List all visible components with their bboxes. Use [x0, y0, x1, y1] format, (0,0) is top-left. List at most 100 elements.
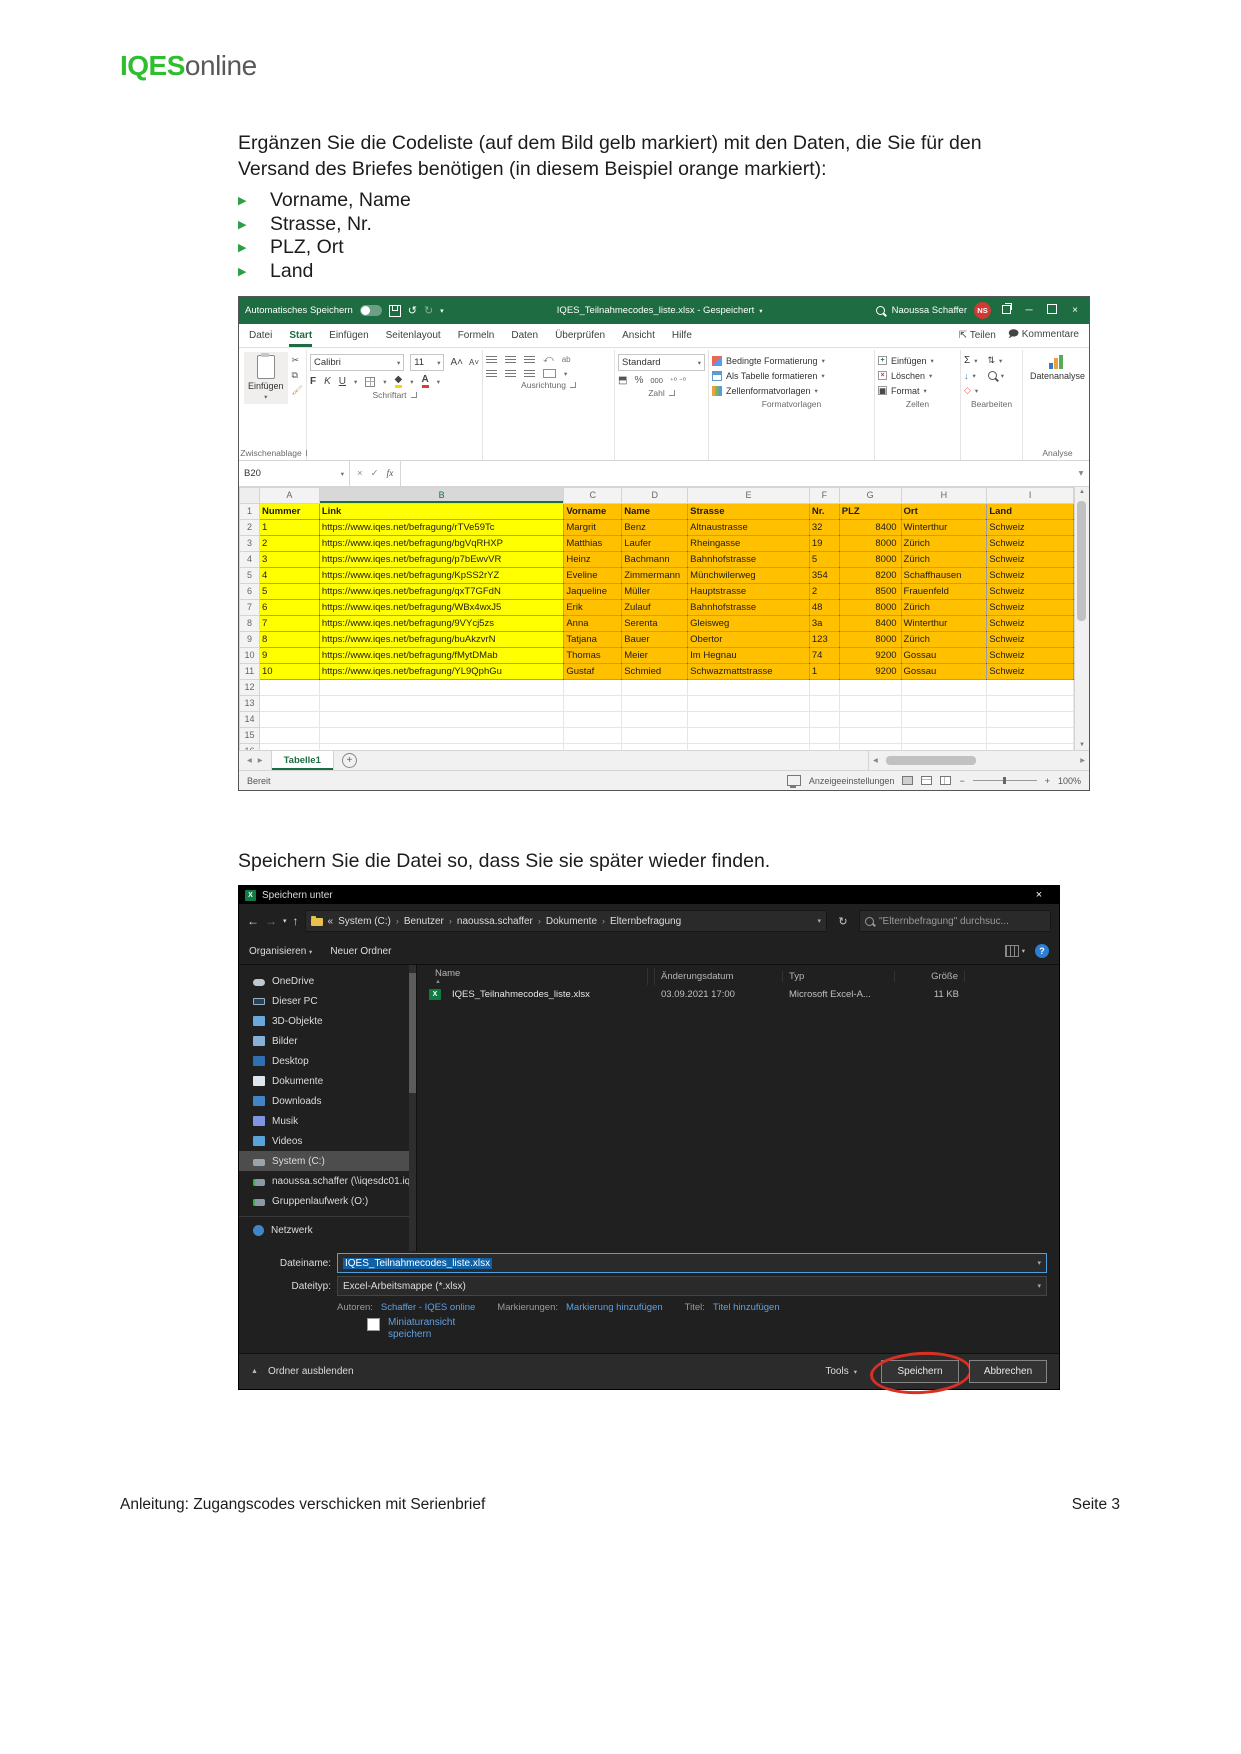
align-right-icon[interactable] [524, 369, 535, 378]
normal-view-icon[interactable] [902, 776, 914, 785]
cell-A5[interactable]: 4 [258, 567, 320, 584]
cell-F3[interactable]: 19 [808, 535, 840, 552]
column-header-B[interactable]: B [318, 487, 565, 504]
cell-H13[interactable] [900, 695, 988, 712]
cell-A7[interactable]: 6 [258, 599, 320, 616]
cell-I4[interactable]: Schweiz [986, 551, 1074, 568]
row-header-10[interactable]: 10 [239, 647, 260, 664]
underline-icon[interactable]: U [339, 376, 346, 387]
cell-E11[interactable]: Schwazmattstrasse [687, 663, 810, 680]
sidebar-item-dokumente[interactable]: Dokumente [239, 1071, 416, 1091]
cell-E6[interactable]: Hauptstrasse [687, 583, 810, 600]
cell-I8[interactable]: Schweiz [986, 615, 1074, 632]
cell-F13[interactable] [808, 695, 840, 712]
cell-I14[interactable] [986, 711, 1074, 728]
cell-E13[interactable] [687, 695, 810, 712]
cell-G12[interactable] [838, 679, 902, 696]
forward-icon[interactable]: → [265, 914, 277, 928]
cell-H6[interactable]: Frauenfeld [900, 583, 988, 600]
cell-D3[interactable]: Laufer [621, 535, 689, 552]
breadcrumb-segment[interactable]: Benutzer [404, 916, 444, 927]
ribbon-tab-start[interactable]: Start [289, 324, 312, 347]
cell-D10[interactable]: Meier [621, 647, 689, 664]
font-color-icon[interactable]: A [421, 375, 429, 388]
merge-center-icon[interactable] [543, 369, 556, 378]
row-header-1[interactable]: 1 [239, 503, 260, 520]
cell-A10[interactable]: 9 [258, 647, 320, 664]
cell-C6[interactable]: Jaqueline [563, 583, 623, 600]
cell-E9[interactable]: Obertor [687, 631, 810, 648]
zoom-slider[interactable] [972, 777, 1037, 784]
cell-styles-button[interactable]: Zellenformatvorlagen ▾ [712, 384, 871, 397]
format-painter-icon[interactable]: 🖌 [292, 385, 303, 396]
autosum-button[interactable]: Σ ▾ ⇅ ▾ [964, 354, 1019, 367]
comma-style-icon[interactable]: 000 [650, 376, 663, 385]
cell-A15[interactable] [258, 727, 320, 744]
insert-cells-button[interactable]: + Einfügen ▾ [878, 354, 957, 367]
italic-icon[interactable]: K [324, 376, 331, 387]
column-header-size[interactable]: Größe [895, 970, 965, 982]
display-settings-icon[interactable] [786, 775, 801, 788]
sidebar-item-dieser-pc[interactable]: Dieser PC [239, 991, 416, 1011]
cell-H2[interactable]: Winterthur [900, 519, 988, 536]
search-icon[interactable] [875, 306, 885, 315]
formula-expand-icon[interactable]: ▾ [1073, 461, 1089, 486]
row-header-9[interactable]: 9 [239, 631, 260, 648]
column-header-C[interactable]: C [563, 487, 623, 504]
cell-H5[interactable]: Schaffhausen [900, 567, 988, 584]
cell-E2[interactable]: Altnaustrasse [687, 519, 810, 536]
cell-D14[interactable] [621, 711, 689, 728]
row-header-4[interactable]: 4 [239, 551, 260, 568]
enter-icon[interactable]: ✓ [371, 468, 379, 479]
currency-icon[interactable]: ⬒ [618, 375, 627, 386]
bold-icon[interactable]: F [310, 376, 316, 387]
cell-F7[interactable]: 48 [808, 599, 840, 616]
cell-H8[interactable]: Winterthur [900, 615, 988, 632]
number-format-combo[interactable]: Standard ▾ [618, 354, 705, 371]
zoom-slider-knob[interactable] [1002, 777, 1006, 784]
cell-I12[interactable] [986, 679, 1074, 696]
grow-font-icon[interactable]: A˄ [450, 357, 463, 368]
column-header-type[interactable]: Typ [783, 970, 895, 982]
cell-F8[interactable]: 3a [808, 615, 840, 632]
column-header-H[interactable]: H [900, 487, 988, 504]
comments-button[interactable]: 🗩 Kommentare [1008, 327, 1079, 344]
cell-F10[interactable]: 74 [808, 647, 840, 664]
sidebar-item-musik[interactable]: Musik [239, 1111, 416, 1131]
cell-D11[interactable]: Schmied [621, 663, 689, 680]
cancel-icon[interactable]: × [357, 468, 363, 479]
cell-E12[interactable] [687, 679, 810, 696]
cell-A14[interactable] [258, 711, 320, 728]
formula-input[interactable] [401, 461, 1073, 486]
font-size-combo[interactable]: 11 ▾ [410, 354, 445, 371]
hide-folders-button[interactable]: Ordner ausblenden [268, 1366, 354, 1377]
redo-icon[interactable]: ↻ [424, 304, 433, 317]
dialog-launcher-icon[interactable] [410, 392, 417, 398]
align-left-icon[interactable] [486, 369, 497, 378]
cell-H7[interactable]: Zürich [900, 599, 988, 616]
cell-B5[interactable]: https://www.iqes.net/befragung/KpSS2rYZ [318, 567, 565, 584]
cell-E5[interactable]: Münchwilerweg [687, 567, 810, 584]
cell-I1[interactable]: Land [986, 503, 1074, 520]
cell-D1[interactable]: Name [621, 503, 689, 520]
cell-B6[interactable]: https://www.iqes.net/befragung/qxT7GFdN [318, 583, 565, 600]
column-header-A[interactable]: A [258, 487, 320, 504]
display-settings-label[interactable]: Anzeigeeinstellungen [809, 776, 895, 786]
cell-A6[interactable]: 5 [258, 583, 320, 600]
zoom-level[interactable]: 100% [1058, 776, 1081, 786]
fill-color-icon[interactable]: ◆ [394, 375, 403, 388]
new-folder-button[interactable]: Neuer Ordner [330, 946, 391, 957]
breadcrumb[interactable]: « System (C:) › Benutzer › naoussa.schaffer › D… [304, 910, 827, 932]
cell-F4[interactable]: 5 [808, 551, 840, 568]
sidebar-item-system-c[interactable]: System (C:) [239, 1151, 416, 1171]
row-header-11[interactable]: 11 [239, 663, 260, 680]
percent-icon[interactable]: % [634, 375, 643, 386]
ribbon-options-icon[interactable] [998, 302, 1014, 317]
share-button[interactable]: ⇱ Teilen [959, 330, 996, 341]
row-header-8[interactable]: 8 [239, 615, 260, 632]
zoom-out-icon[interactable]: − [959, 776, 964, 786]
breadcrumb-segment[interactable]: System (C:) [338, 916, 391, 927]
cell-D7[interactable]: Zulauf [621, 599, 689, 616]
row-header-2[interactable]: 2 [239, 519, 260, 536]
ribbon-tab-datei[interactable]: Datei [249, 324, 272, 347]
